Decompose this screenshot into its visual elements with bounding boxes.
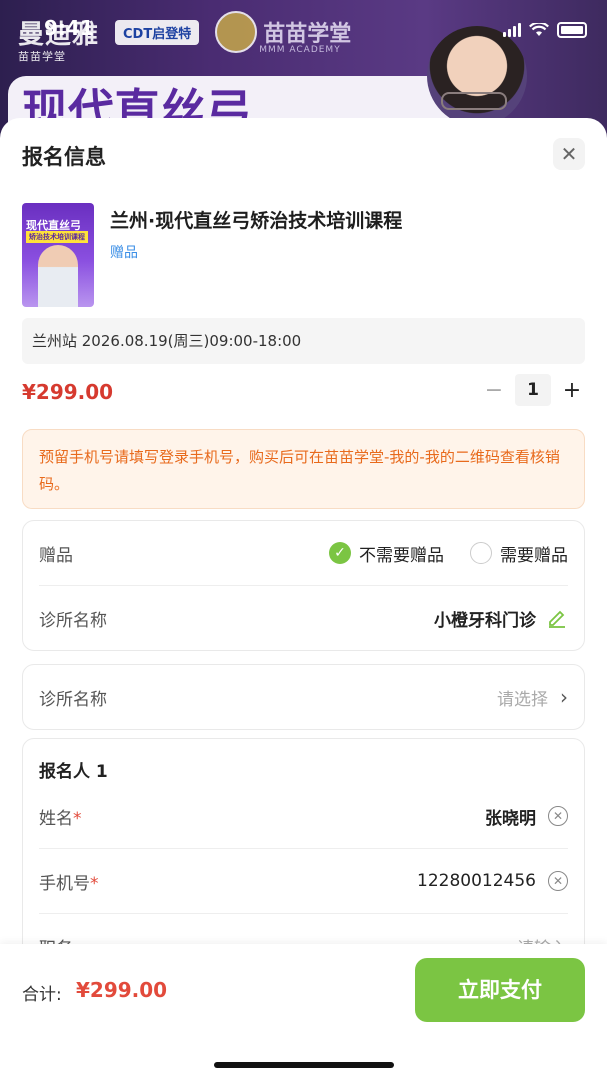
name-value[interactable]: 张晓明 (485, 804, 536, 829)
total-value: ¥299.00 (76, 978, 168, 1002)
name-label: 姓名* (39, 808, 82, 829)
thumb-speaker (38, 245, 78, 307)
battery-icon (557, 22, 587, 38)
phone-value[interactable]: 12280012456 (417, 871, 536, 891)
clinic-select-card[interactable]: 诊所名称 请选择 › (22, 664, 585, 730)
option-no-gift[interactable]: ✓ 不需要赠品 (329, 541, 444, 566)
notice-banner: 预留手机号请填写登录手机号，购买后可在苗苗学堂-我的-我的二维码查看核销码。 (22, 429, 585, 509)
unit-price: ¥299.00 (22, 380, 114, 404)
quantity-stepper: − 1 + (481, 374, 585, 406)
gift-card: 赠品 ✓ 不需要赠品 需要赠品 诊所名称 小橙牙科门诊 (22, 520, 585, 651)
phone-field[interactable]: 手机号* 12280012456 ✕ (39, 849, 568, 914)
decrease-button[interactable]: − (481, 375, 507, 405)
sheet-title: 报名信息 (22, 145, 106, 169)
option-no-gift-label: 不需要赠品 (359, 545, 444, 566)
pay-now-button[interactable]: 立即支付 (415, 958, 585, 1022)
thumb-subtitle: 矫治技术培训课程 (26, 231, 88, 243)
registrant-heading: 报名人 1 (39, 762, 108, 782)
registration-sheet: 报名信息 ✕ 现代直丝弓 矫治技术培训课程 兰州·现代直丝弓矫治技术培训课程 赠… (0, 118, 607, 1080)
product-name: 兰州·现代直丝弓矫治技术培训课程 (110, 210, 403, 232)
session-info[interactable]: 兰州站 2026.08.19(周三)09:00-18:00 (22, 318, 585, 364)
name-field[interactable]: 姓名* 张晓明 ✕ (39, 784, 568, 849)
product-tag: 赠品 (110, 245, 138, 261)
close-icon: ✕ (560, 142, 578, 166)
clinic-select-placeholder: 请选择 (497, 689, 548, 710)
option-need-gift[interactable]: 需要赠品 (470, 541, 568, 566)
clinic-select-label: 诊所名称 (39, 689, 107, 710)
clinic-name-row[interactable]: 诊所名称 小橙牙科门诊 (39, 586, 568, 650)
speaker-glasses (441, 92, 507, 110)
wifi-icon (529, 23, 549, 36)
status-bar: 9:41 (0, 0, 607, 58)
option-need-gift-label: 需要赠品 (500, 545, 568, 566)
quantity-value[interactable]: 1 (515, 374, 551, 406)
status-icons (503, 22, 587, 38)
home-indicator (214, 1062, 394, 1068)
total-label: 合计: (22, 985, 62, 1005)
chevron-right-icon: › (560, 685, 568, 709)
clinic-select-row[interactable]: 诊所名称 请选择 › (39, 665, 568, 729)
radio-empty-icon (470, 542, 492, 564)
edit-icon[interactable] (546, 607, 568, 629)
phone-label: 手机号* (39, 873, 99, 894)
clinic-label: 诊所名称 (39, 610, 107, 631)
close-button[interactable]: ✕ (553, 138, 585, 170)
gift-label: 赠品 (39, 545, 73, 566)
gift-row: 赠品 ✓ 不需要赠品 需要赠品 (39, 521, 568, 586)
check-icon: ✓ (329, 542, 351, 564)
product-thumbnail: 现代直丝弓 矫治技术培训课程 (22, 203, 94, 307)
signal-icon (503, 23, 521, 37)
clear-icon[interactable]: ✕ (548, 806, 568, 826)
clinic-value: 小橙牙科门诊 (434, 610, 536, 631)
checkout-footer: 合计: ¥299.00 立即支付 (0, 944, 607, 1080)
clear-icon[interactable]: ✕ (548, 871, 568, 891)
increase-button[interactable]: + (559, 375, 585, 405)
status-time: 9:41 (44, 16, 94, 40)
